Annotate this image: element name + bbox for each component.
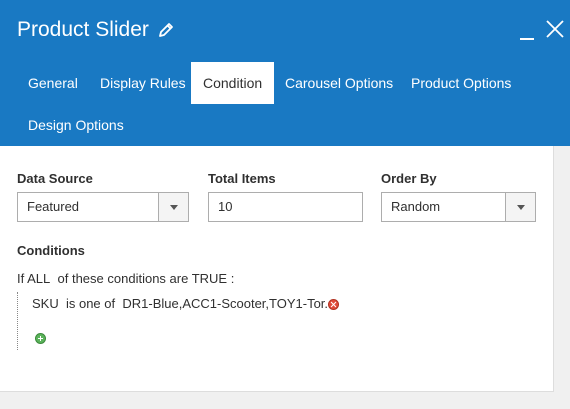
rule-group-border [17,292,18,350]
rule-operator[interactable]: is one of [66,296,115,311]
rule-attribute[interactable]: SKU [32,296,59,311]
close-icon[interactable] [544,18,566,40]
chevron-down-icon[interactable] [158,193,188,221]
conditions-heading: Conditions [17,243,85,258]
condition-mid-text: of these conditions are [57,271,189,286]
condition-panel: Data Source Featured Total Items 10 Orde… [0,146,554,392]
total-items-value: 10 [218,199,233,214]
condition-if-text: If [17,271,25,286]
total-items-label: Total Items [208,171,276,186]
order-by-select[interactable]: Random [381,192,536,222]
rule-row: SKU is one of DR1-Blue,ACC1-Scooter,TOY1… [32,296,335,311]
condition-value-link[interactable]: TRUE [192,271,227,286]
chevron-down-icon[interactable] [505,193,535,221]
aggregator-link[interactable]: ALL [27,271,50,286]
order-by-label: Order By [381,171,437,186]
tab-product-options[interactable]: Product Options [399,62,523,104]
tab-carousel-options[interactable]: Carousel Options [273,62,405,104]
tab-design-options[interactable]: Design Options [16,104,136,146]
data-source-label: Data Source [17,171,93,186]
tab-condition[interactable]: Condition [191,62,275,104]
condition-end-text: : [230,271,235,286]
modal-title-text: Product Slider [17,18,149,41]
tab-display-rules[interactable]: Display Rules [88,62,198,104]
total-items-input[interactable]: 10 [208,192,363,222]
data-source-value: Featured [27,199,80,214]
condition-statement: If ALL of these conditions are TRUE : [17,271,234,286]
remove-rule-icon[interactable] [328,299,339,310]
order-by-value: Random [391,199,441,214]
modal-header: Product Slider General Display Rules Con… [0,0,570,146]
data-source-select[interactable]: Featured [17,192,189,222]
modal-title: Product Slider [17,18,175,42]
pencil-icon[interactable] [157,21,175,39]
rule-value[interactable]: DR1-Blue,ACC1-Scooter,TOY1-Tor... [122,296,335,311]
add-condition-icon[interactable] [35,333,46,344]
minimize-icon[interactable] [518,20,536,42]
tab-general[interactable]: General [16,62,90,104]
